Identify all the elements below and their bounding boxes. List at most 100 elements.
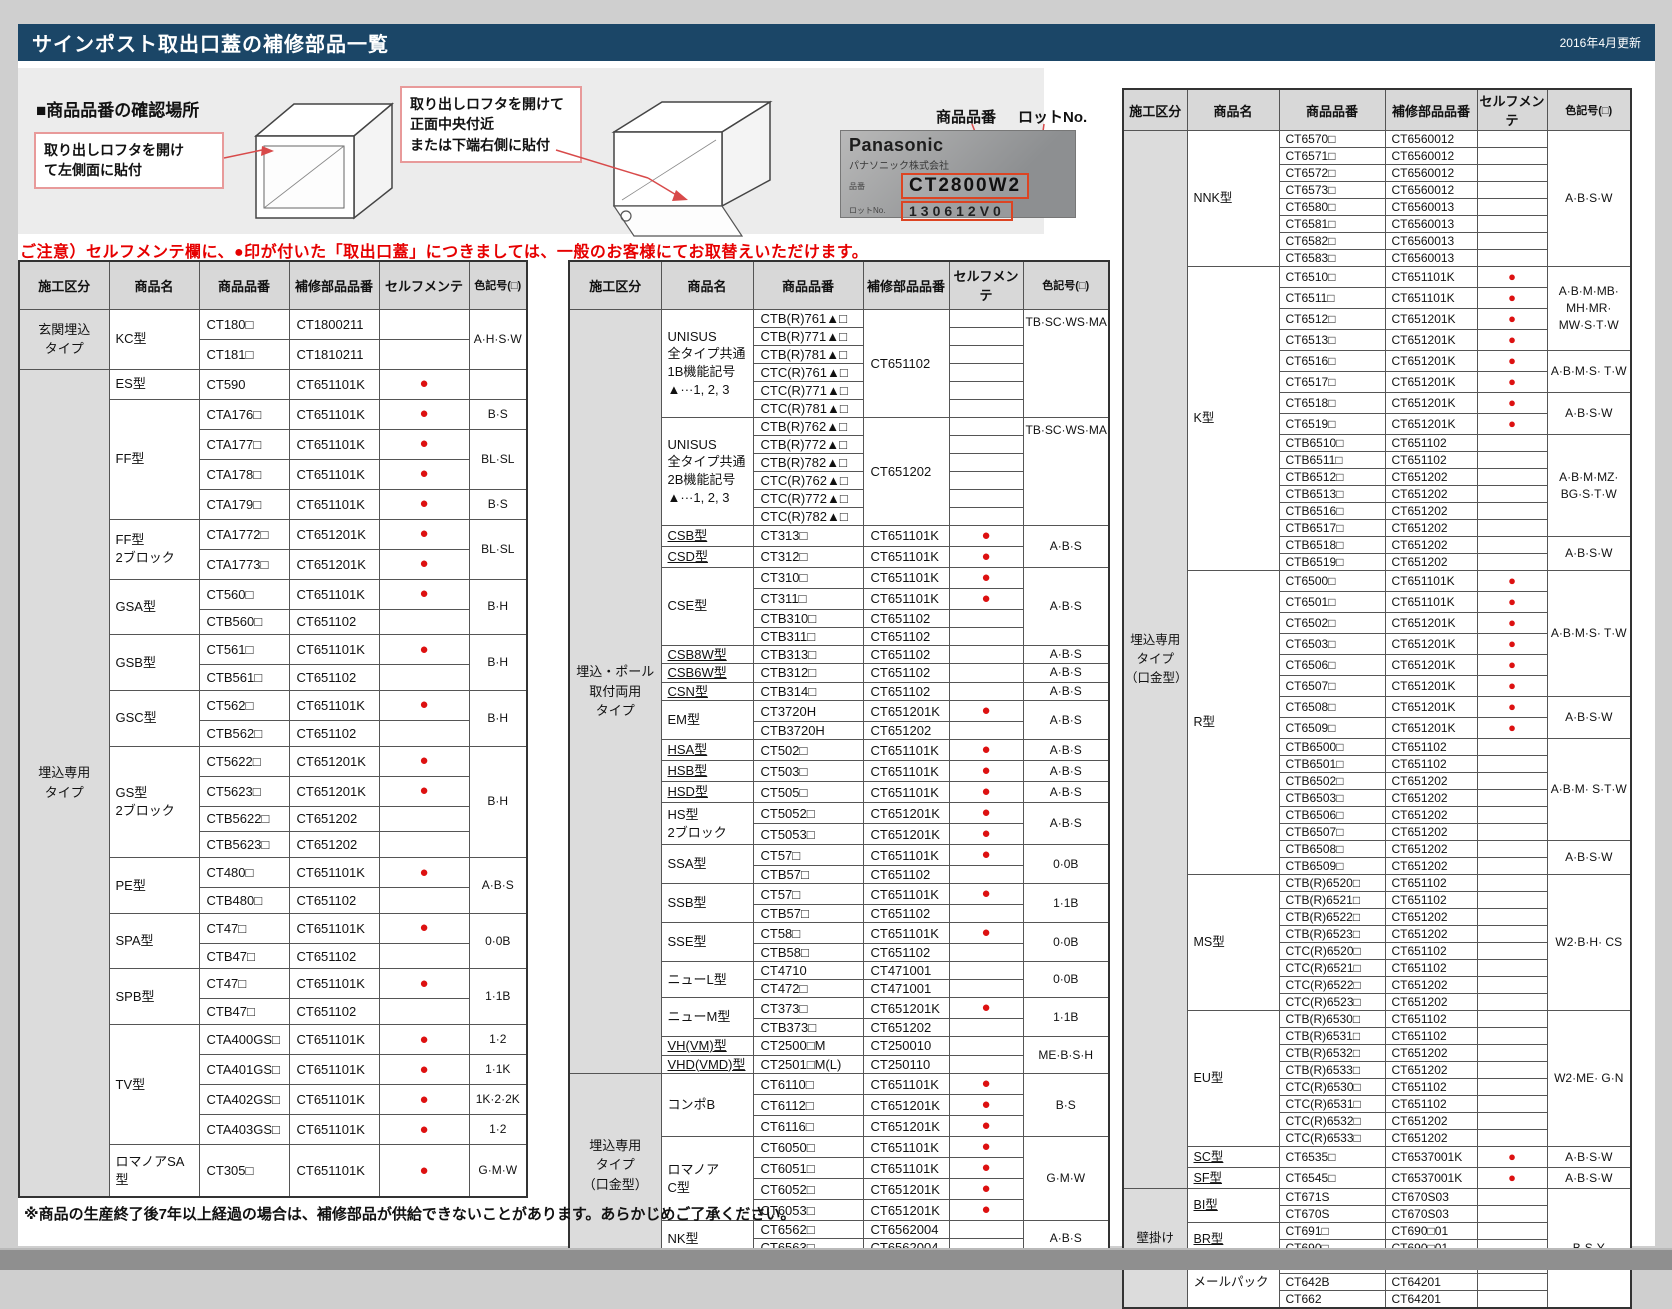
repair-part-number-cell: CT670S03 bbox=[1384, 1205, 1478, 1223]
product-number-cell: CT5052□ bbox=[752, 802, 864, 825]
selfmaint-cell: ● bbox=[1476, 633, 1548, 655]
product-number-cell: CTB6503□ bbox=[1278, 789, 1386, 807]
selfmaint-dot-icon: ● bbox=[981, 741, 991, 759]
color-code-cell: 1K·2·2K bbox=[468, 1084, 528, 1116]
repair-part-number-cell: CT651101K bbox=[288, 689, 380, 721]
repair-part-number-cell: CT651201K bbox=[1384, 329, 1478, 351]
selfmaint-dot-icon: ● bbox=[1508, 594, 1516, 609]
selfmaint-cell bbox=[1476, 891, 1548, 909]
model-name-cell: K型 bbox=[1186, 266, 1280, 571]
product-number-cell: CT373□ bbox=[752, 997, 864, 1020]
repair-part-number-cell: CT6560013 bbox=[1384, 215, 1478, 233]
column-header: 施工区分 bbox=[568, 260, 662, 310]
repair-part-number-cell: CT64201 bbox=[1384, 1290, 1478, 1309]
repair-part-number-cell: CT6537001K bbox=[1384, 1167, 1478, 1189]
selfmaint-dot-icon: ● bbox=[1508, 353, 1516, 368]
column-header: 補修部品品番 bbox=[288, 260, 380, 310]
model-name-cell: ニューL型 bbox=[660, 961, 754, 999]
model-name-cell: CSB型 bbox=[660, 524, 754, 547]
repair-part-number-cell: CT651101K bbox=[288, 428, 380, 460]
selfmaint-dot-icon: ● bbox=[981, 885, 991, 903]
color-code-cell: B·S bbox=[468, 488, 528, 520]
model-name-cell: HSD型 bbox=[660, 781, 754, 804]
product-number-cell: CTB6510□ bbox=[1278, 434, 1386, 452]
product-number-cell: CT58□ bbox=[752, 922, 864, 945]
selfmaint-cell bbox=[1476, 451, 1548, 469]
model-name-cell: ロマノアSA型 bbox=[108, 1144, 200, 1198]
product-number-cell: CT312□ bbox=[752, 545, 864, 568]
color-code-cell: 1·1B bbox=[1022, 997, 1110, 1038]
repair-part-number-cell: CT651102 bbox=[288, 664, 380, 691]
selfmaint-cell bbox=[948, 943, 1024, 963]
product-number-cell: CTB(R)6530□ bbox=[1278, 1010, 1386, 1028]
color-code-cell: B·S bbox=[468, 398, 528, 430]
model-name-cell: SC型 bbox=[1186, 1146, 1280, 1168]
selfmaint-cell bbox=[1476, 232, 1548, 250]
repair-part-number-cell: CT651101K bbox=[862, 781, 950, 804]
product-number-cell: CT561□ bbox=[198, 634, 290, 666]
panasonic-label-sticker: Panasonic パナソニック株式会社 品番 CT2800W2 ロットNo. … bbox=[840, 130, 1076, 221]
selfmaint-cell bbox=[1476, 1044, 1548, 1062]
product-number-cell: CTB562□ bbox=[198, 719, 290, 747]
selfmaint-cell bbox=[1476, 738, 1548, 756]
page-title: サインポスト取出口蓋の補修部品一覧 bbox=[32, 34, 389, 56]
repair-part-number-cell: CT651201K bbox=[862, 802, 950, 825]
callout-front-center-label: 取り出しロフタを開けて 正面中央付近 または下端右側に貼付 bbox=[400, 86, 582, 163]
product-number-cell: CTB310□ bbox=[752, 608, 864, 628]
product-number-cell: CT6582□ bbox=[1278, 232, 1386, 250]
product-number-cell: CT57□ bbox=[752, 844, 864, 867]
product-number-cell: CTC(R)6533□ bbox=[1278, 1129, 1386, 1147]
model-name-cell: PE型 bbox=[108, 857, 200, 914]
repair-part-number-cell: CT651101K bbox=[862, 587, 950, 610]
color-code-cell: W2·ME· G·N bbox=[1546, 1010, 1632, 1147]
selfmaint-dot-icon: ● bbox=[419, 405, 429, 422]
selfmaint-cell bbox=[378, 664, 470, 691]
repair-part-number-cell: CT651102 bbox=[862, 308, 950, 418]
repair-part-number-cell: CT651101K bbox=[288, 578, 380, 610]
model-name-cell: MS型 bbox=[1186, 874, 1280, 1011]
selfmaint-dot-icon: ● bbox=[981, 999, 991, 1017]
product-number-cell: CTB6511□ bbox=[1278, 451, 1386, 469]
selfmaint-dot-icon: ● bbox=[1508, 290, 1516, 305]
selfmaint-cell: ● bbox=[948, 1157, 1024, 1180]
model-name-cell: VH(VM)型 bbox=[660, 1036, 754, 1056]
repair-part-number-cell: CT651102 bbox=[1384, 738, 1478, 756]
selfmaint-cell: ● bbox=[1476, 266, 1548, 288]
selfmaint-cell: ● bbox=[948, 1136, 1024, 1159]
selfmaint-cell bbox=[1476, 1188, 1548, 1206]
selfmaint-dot-icon: ● bbox=[419, 919, 429, 937]
product-number-cell: CTB(R)771▲□ bbox=[752, 326, 864, 346]
model-name-cell: GSC型 bbox=[108, 689, 200, 747]
product-number-cell: CTB6507□ bbox=[1278, 823, 1386, 841]
repair-part-number-cell: CT651101K bbox=[1384, 287, 1478, 309]
product-number-cell: CTC(R)6523□ bbox=[1278, 993, 1386, 1011]
product-number-cell: CTB57□ bbox=[752, 865, 864, 885]
product-number-cell: CT310□ bbox=[752, 566, 864, 589]
repair-part-number-cell: CT651202 bbox=[1384, 925, 1478, 943]
selfmaint-cell: ● bbox=[1476, 392, 1548, 414]
repair-part-number-cell: CT651102 bbox=[862, 904, 950, 924]
repair-part-number-cell: CT651102 bbox=[862, 943, 950, 963]
color-code-cell: A·B·M· S·T·W bbox=[1546, 738, 1632, 841]
product-number-cell: CT57□ bbox=[752, 883, 864, 906]
selfmaint-dot-icon: ● bbox=[419, 974, 429, 992]
selfmaint-dot-icon: ● bbox=[419, 465, 429, 482]
selfmaint-cell bbox=[948, 663, 1024, 683]
repair-part-number-cell: CT651102 bbox=[862, 663, 950, 683]
selfmaint-cell bbox=[948, 626, 1024, 646]
product-number-cell: CT6518□ bbox=[1278, 392, 1386, 414]
table-header-row: 施工区分 商品名 商品品番 補修部品品番 セルフメンテ 色記号(□) bbox=[1122, 88, 1632, 131]
color-code-cell: 1·2 bbox=[468, 1024, 528, 1056]
color-code-cell: A·B·S bbox=[1022, 802, 1110, 846]
repair-part-number-cell: CT651101K bbox=[862, 566, 950, 589]
repair-part-number-cell: CT651201K bbox=[1384, 371, 1478, 393]
selfmaint-dot-icon: ● bbox=[419, 1120, 429, 1138]
column-header: 商品名 bbox=[1186, 88, 1280, 131]
repair-part-number-cell: CT651101K bbox=[1384, 266, 1478, 288]
repair-part-number-cell: CT651101K bbox=[288, 368, 380, 400]
color-code-cell: W2·B·H· CS bbox=[1546, 874, 1632, 1011]
selfmaint-cell bbox=[948, 398, 1024, 418]
repair-part-number-cell: CT651202 bbox=[1384, 1112, 1478, 1130]
model-name-cell: FF型 2ブロック bbox=[108, 518, 200, 580]
selfmaint-cell bbox=[1476, 789, 1548, 807]
